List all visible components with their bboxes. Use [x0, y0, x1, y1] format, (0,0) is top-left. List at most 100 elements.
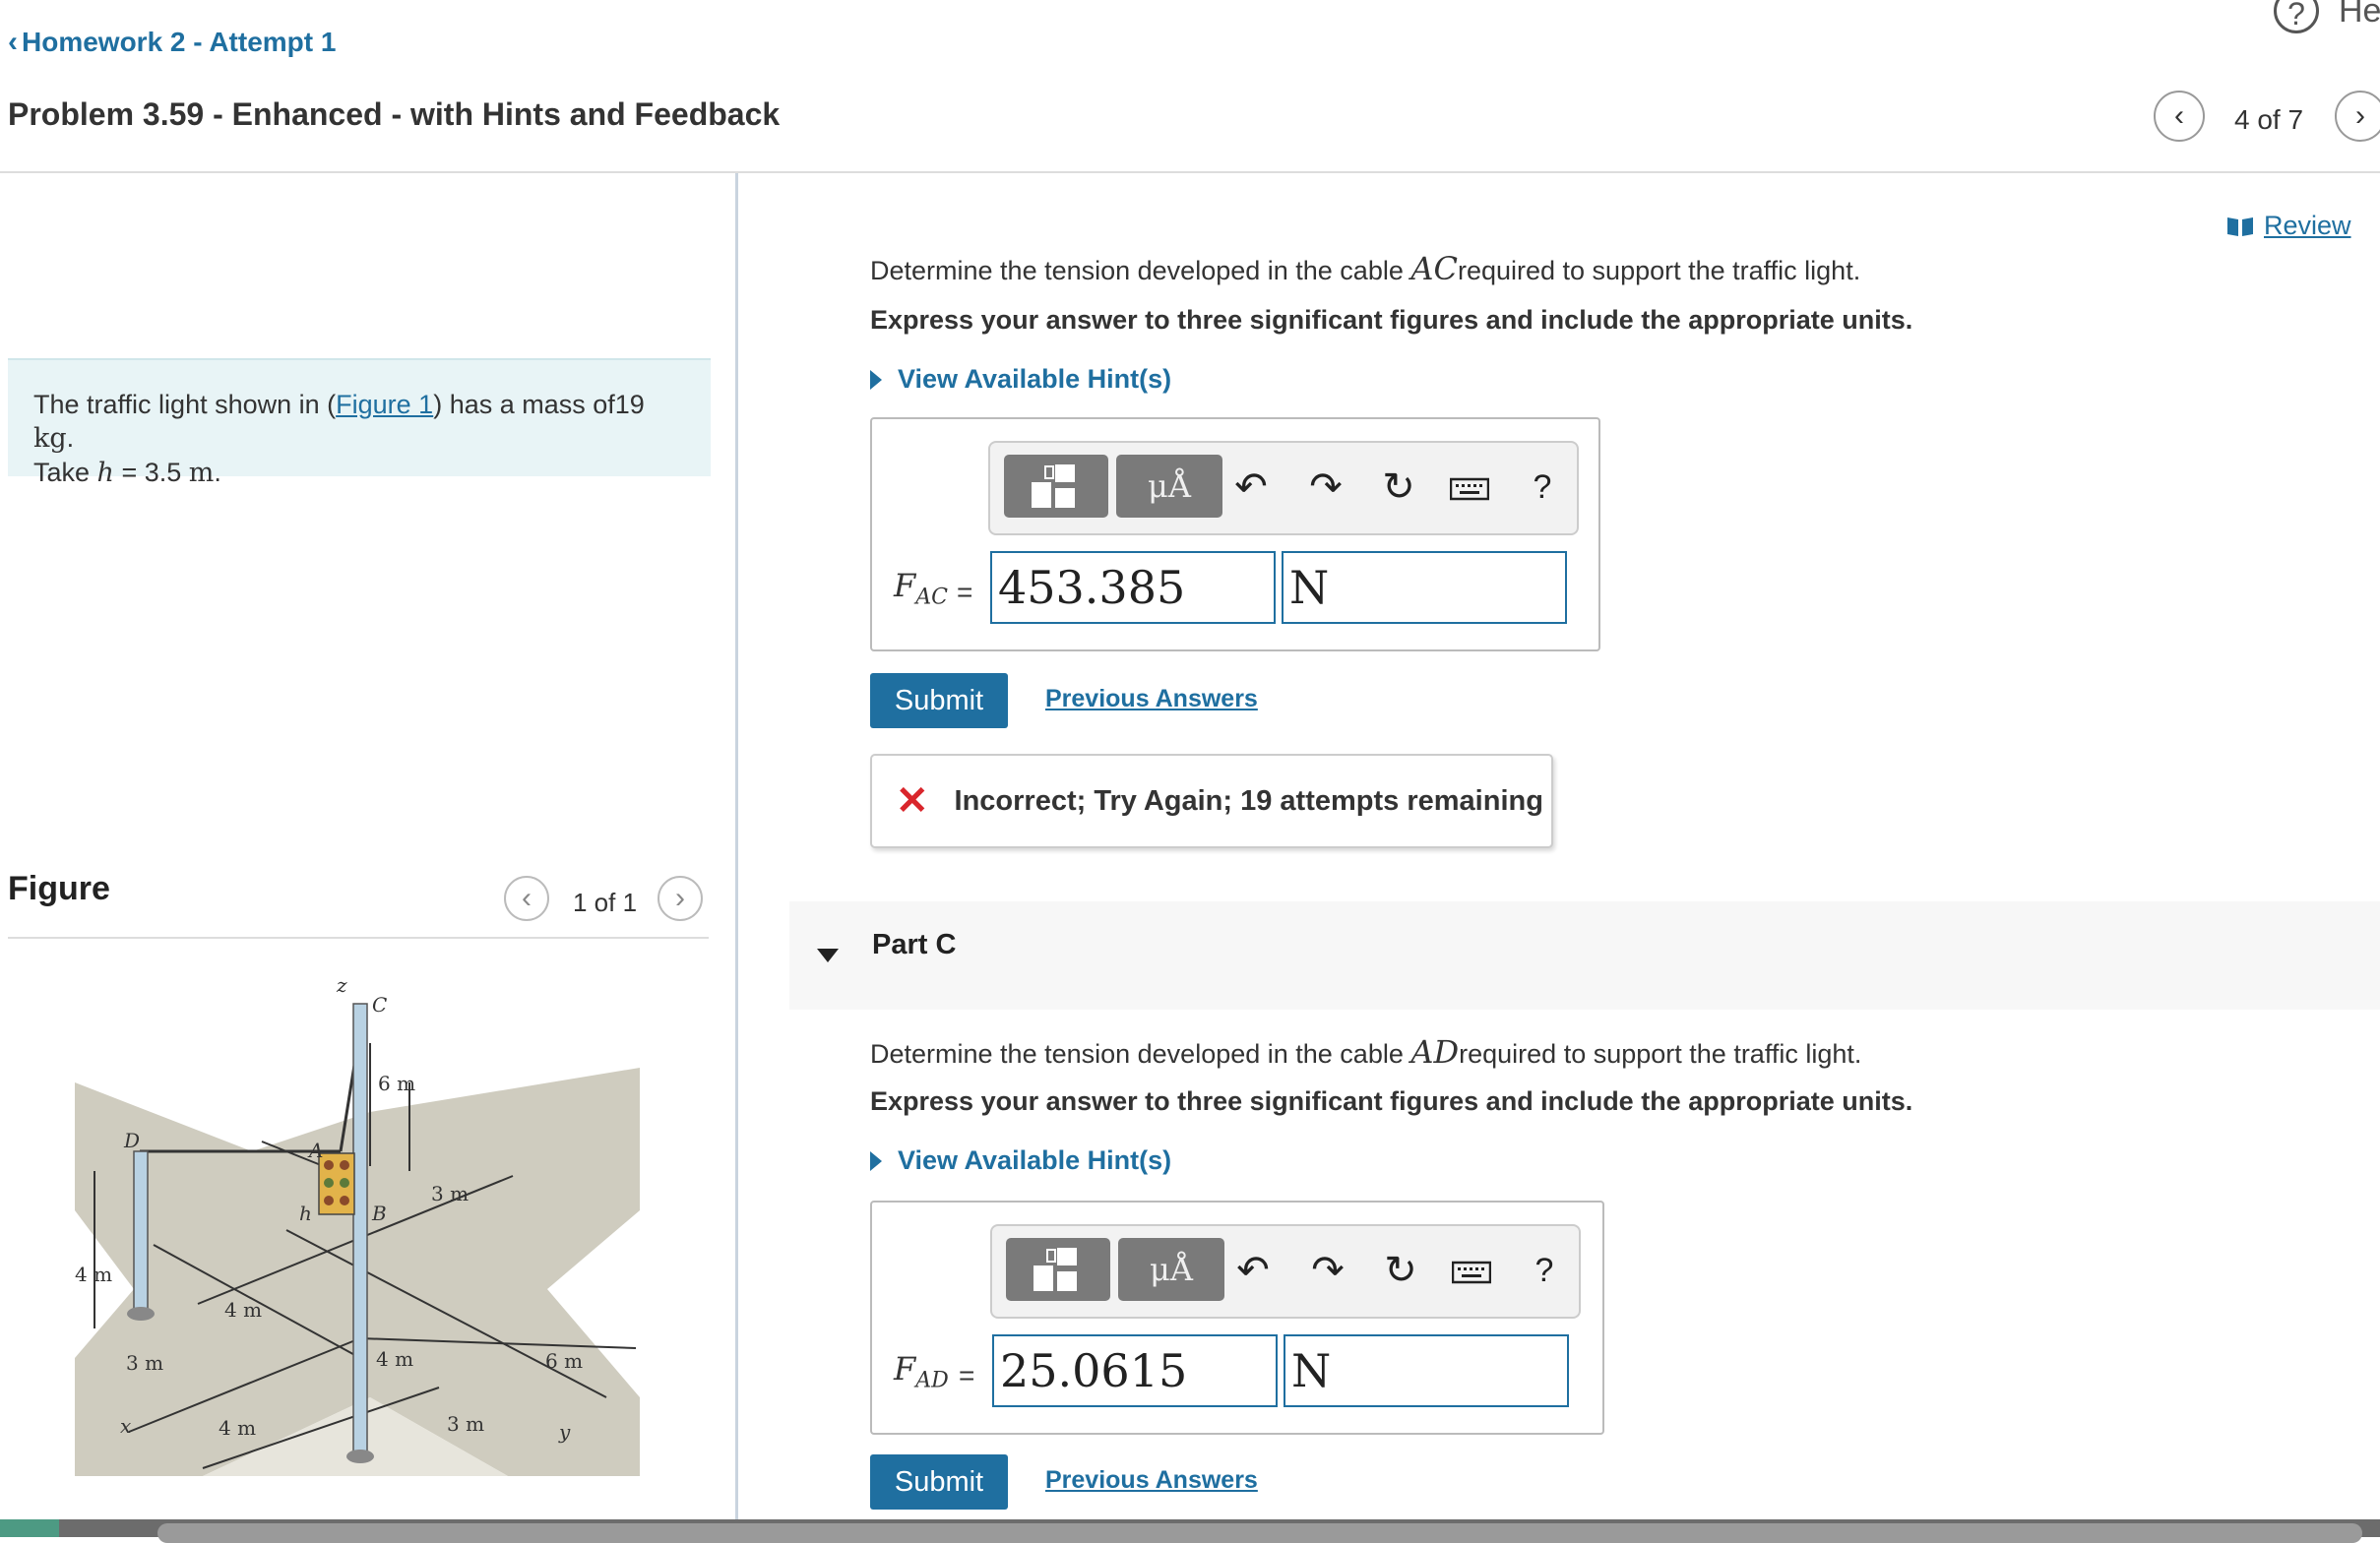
part-c-answer-label: FAD — [894, 1350, 949, 1392]
reset-icon[interactable]: ↻ — [1374, 464, 1423, 510]
chevron-left-icon: ‹ — [8, 26, 18, 58]
feedback-message: Incorrect; Try Again; 19 attempts remain… — [954, 784, 1543, 817]
problem-title: Problem 3.59 - Enhanced - with Hints and… — [8, 96, 781, 132]
label-x: x — [120, 1414, 131, 1438]
redo-icon[interactable]: ↷ — [1301, 464, 1350, 510]
caret-right-icon — [870, 1150, 882, 1171]
intro-text-2: ) has a mass of19 — [433, 390, 645, 419]
part-c-math-toolbar: μÅ ↶ ↷ ↻ ? — [990, 1224, 1581, 1319]
figure-pagination: 1 of 1 — [573, 888, 638, 917]
part-b-value-input[interactable]: 453.385 — [990, 551, 1276, 624]
part-b-feedback: ✕ Incorrect; Try Again; 19 attempts rema… — [870, 754, 1553, 848]
part-b-hint-label: View Available Hint(s) — [898, 364, 1172, 394]
help-icon[interactable]: ? — [2274, 0, 2319, 33]
part-c-question-suffix: required to support the traffic light. — [1459, 1039, 1862, 1069]
keyboard-icon[interactable] — [1447, 1252, 1496, 1296]
next-problem-button[interactable]: › — [2335, 91, 2380, 142]
label-d: D — [123, 1129, 140, 1152]
templates-button[interactable] — [1004, 455, 1108, 518]
part-c-submit-button[interactable]: Submit — [870, 1454, 1008, 1510]
undo-icon[interactable]: ↶ — [1228, 1248, 1278, 1293]
label-3m-bottom: 3 m — [447, 1412, 484, 1436]
figure-link[interactable]: Figure 1 — [336, 390, 433, 419]
part-b-hints-toggle[interactable]: View Available Hint(s) — [870, 364, 1171, 395]
part-c-hint-label: View Available Hint(s) — [898, 1145, 1172, 1175]
label-a: A — [307, 1139, 323, 1162]
label-6m-top: 6 m — [378, 1072, 415, 1095]
review-link[interactable]: Review — [2226, 211, 2351, 241]
part-b-variable: F — [894, 567, 916, 604]
intro-text-3: . — [66, 423, 75, 453]
label-3m-left: 3 m — [126, 1351, 163, 1375]
part-b-question: Determine the tension developed in the c… — [870, 250, 1860, 287]
part-b-answer-label: FAC — [894, 567, 948, 609]
label-4m-left: 4 m — [75, 1263, 112, 1286]
undo-icon[interactable]: ↶ — [1226, 464, 1276, 510]
part-b-answer-box: μÅ ↶ ↷ ↻ ? FAC = 453.385 N — [870, 417, 1600, 651]
label-4m-center: 4 m — [376, 1347, 413, 1371]
part-c-label: Part C — [872, 929, 957, 960]
part-c-equals: = — [959, 1360, 975, 1390]
figure-next-button[interactable]: › — [658, 876, 703, 921]
part-b-submit-button[interactable]: Submit — [870, 673, 1008, 728]
label-4m-bottom: 4 m — [219, 1416, 256, 1440]
label-6m-right: 6 m — [545, 1349, 583, 1373]
part-c-previous-answers-link[interactable]: Previous Answers — [1045, 1466, 1258, 1495]
chevron-right-icon: › — [675, 882, 685, 914]
templates-icon — [1033, 1248, 1077, 1291]
help-label[interactable]: Hel — [2339, 0, 2380, 31]
part-b-equals: = — [957, 577, 973, 607]
back-to-homework-link[interactable]: ‹ Homework 2 - Attempt 1 — [8, 26, 336, 59]
part-c-hints-toggle[interactable]: View Available Hint(s) — [870, 1145, 1171, 1176]
review-label: Review — [2264, 211, 2351, 240]
label-c: C — [372, 993, 387, 1017]
previous-problem-button[interactable]: ‹ — [2154, 91, 2205, 142]
part-c-question-prefix: Determine the tension developed in the c… — [870, 1039, 1411, 1069]
book-icon — [2227, 216, 2253, 236]
units-button[interactable]: μÅ — [1118, 1238, 1224, 1301]
label-z: z — [336, 973, 347, 997]
h-variable: h — [96, 458, 114, 488]
part-b-unit-input[interactable]: N — [1282, 551, 1567, 624]
units-button[interactable]: μÅ — [1116, 455, 1222, 518]
taskbar-dock — [157, 1523, 2362, 1543]
traffic-light-figure: z C 6 m D A h B 3 m 4 m 4 m 3 m 4 m 6 m … — [75, 973, 640, 1476]
part-b-previous-answers-link[interactable]: Previous Answers — [1045, 685, 1258, 713]
problem-intro: The traffic light shown in (Figure 1) ha… — [8, 358, 711, 488]
help-question-icon[interactable]: ? — [1518, 468, 1567, 507]
keyboard-icon[interactable] — [1445, 468, 1494, 513]
part-c-unit-input[interactable]: N — [1284, 1334, 1569, 1407]
caret-down-icon — [817, 949, 839, 962]
back-link-label: Homework 2 - Attempt 1 — [22, 27, 337, 57]
part-b-cable: AC — [1410, 250, 1458, 287]
label-3m-top: 3 m — [431, 1182, 469, 1205]
panel-divider[interactable] — [735, 173, 738, 1537]
figure-divider — [8, 937, 709, 939]
reset-icon[interactable]: ↻ — [1376, 1248, 1425, 1293]
label-b: B — [371, 1202, 387, 1225]
label-h: h — [299, 1202, 312, 1225]
header-divider — [0, 171, 2380, 173]
part-b-question-prefix: Determine the tension developed in the c… — [870, 256, 1411, 285]
os-taskbar — [0, 1519, 2380, 1543]
part-c-cable: AD — [1410, 1033, 1460, 1071]
figure-prev-button[interactable]: ‹ — [504, 876, 549, 921]
part-c-value-input[interactable]: 25.0615 — [992, 1334, 1278, 1407]
label-y: y — [558, 1420, 571, 1444]
chevron-right-icon: › — [2355, 99, 2365, 132]
part-c-header[interactable]: Part C — [789, 901, 2380, 1010]
problem-pagination: 4 of 7 — [2234, 104, 2304, 135]
templates-button[interactable] — [1006, 1238, 1110, 1301]
chevron-left-icon: ‹ — [2174, 99, 2184, 132]
part-b-instruction: Express your answer to three significant… — [870, 305, 1913, 335]
h-value: = 3.5 — [113, 458, 189, 487]
part-c-subscript: AD — [915, 1368, 949, 1393]
label-4m-mid: 4 m — [224, 1298, 262, 1322]
help-question-icon[interactable]: ? — [1520, 1252, 1569, 1290]
part-c-variable: F — [894, 1350, 916, 1388]
templates-icon — [1032, 464, 1075, 508]
taskbar-start — [0, 1519, 59, 1537]
redo-icon[interactable]: ↷ — [1303, 1248, 1352, 1293]
caret-right-icon — [870, 369, 882, 390]
figure-heading: Figure — [8, 870, 110, 907]
